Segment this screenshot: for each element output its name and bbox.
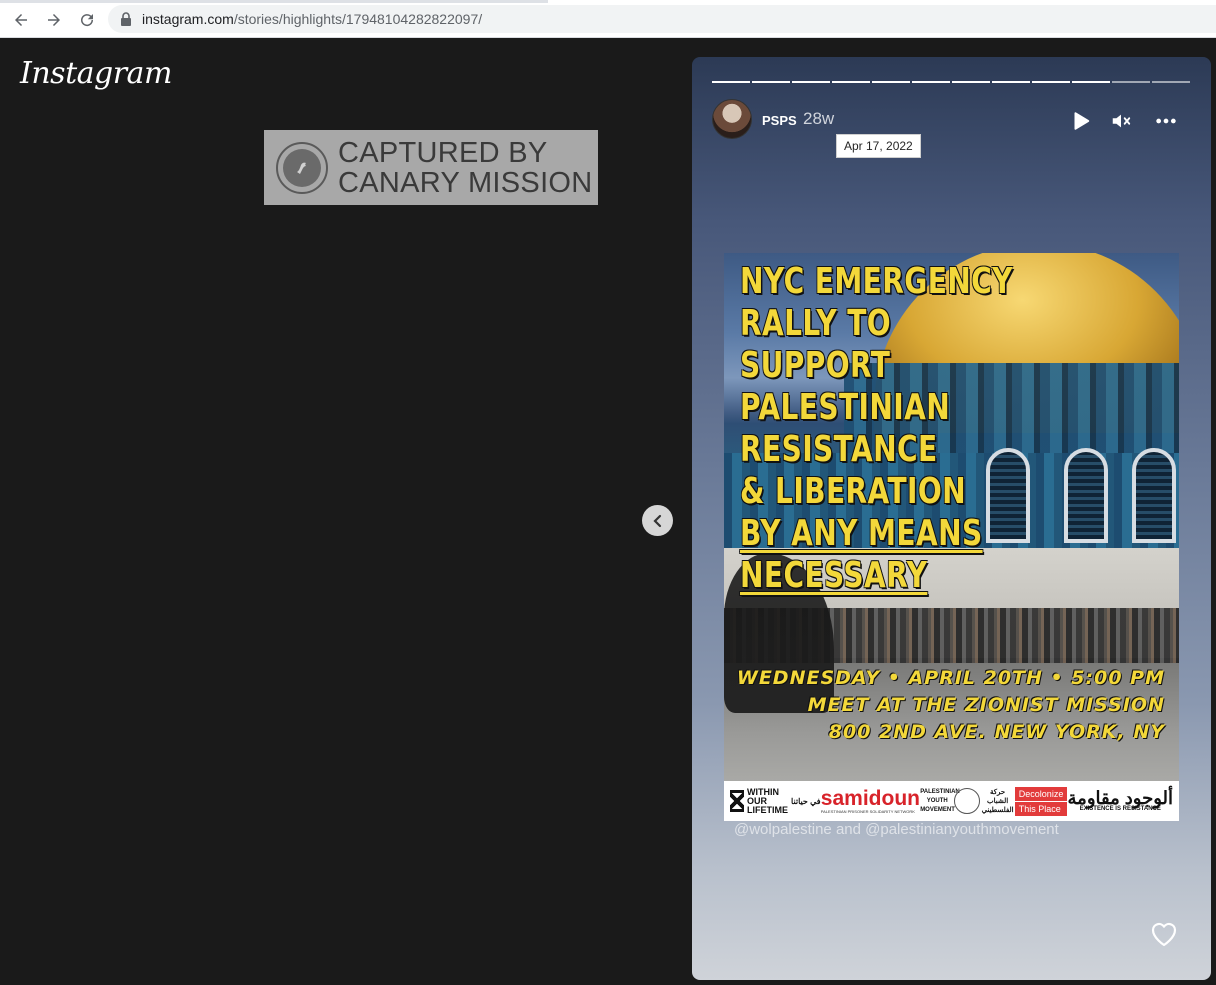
watermark-line2: CANARY MISSION [338, 166, 593, 199]
event-meeting-point: MEET AT THE ZIONIST MISSION [807, 694, 1165, 716]
canary-mission-watermark: CAPTURED BY CANARY MISSION [264, 130, 598, 205]
progress-segment [1112, 81, 1150, 83]
muted-speaker-icon[interactable] [1109, 109, 1133, 133]
progress-segment [912, 81, 950, 83]
progress-segment [1152, 81, 1190, 83]
progress-segment [832, 81, 870, 83]
date-tooltip: Apr 17, 2022 [836, 134, 921, 158]
event-address: 800 2ND AVE. NEW YORK, NY [828, 721, 1165, 743]
address-bar[interactable]: instagram.com/stories/highlights/1794810… [108, 5, 1216, 33]
progress-segment [792, 81, 830, 83]
more-options-icon[interactable] [1154, 109, 1178, 133]
forward-icon[interactable] [42, 8, 66, 32]
decolonize-this-place-logo: Decolonize This Place [1014, 786, 1068, 816]
poster-event-details: WEDNESDAY • APRIL 20TH • 5:00 PM MEET AT… [737, 665, 1165, 746]
within-our-lifetime-logo: WITHIN OUR LIFETIME في حياتنا [730, 787, 821, 815]
progress-segment [712, 81, 750, 83]
story-progress-bar [712, 81, 1190, 83]
event-date-time: WEDNESDAY • APRIL 20TH • 5:00 PM [736, 667, 1165, 689]
existence-is-resistance-logo: ألوجود مقاومة EXISTENCE IS RESISTANCE [1067, 787, 1173, 812]
instagram-page: Instagram CAPTURED BY CANARY MISSION PSP… [0, 38, 1216, 985]
progress-segment [1032, 81, 1070, 83]
url-path: /stories/highlights/17948104282822097/ [233, 11, 483, 27]
lock-icon [121, 12, 131, 26]
back-icon[interactable] [9, 8, 33, 32]
chevron-left-icon [652, 514, 661, 527]
headline-line: & LIBERATION [740, 471, 967, 512]
heart-icon[interactable] [1148, 918, 1180, 950]
headline-line: NECESSARY [740, 555, 928, 596]
story-viewer[interactable]: PSPS 28w NYC EMERGENCY RALLY TO SUPPORT … [692, 57, 1211, 980]
sponsor-logos: WITHIN OUR LIFETIME في حياتنا samidoun P… [724, 781, 1179, 821]
samidoun-logo: samidoun PALESTINIAN PRISONER SOLIDARITY… [820, 786, 920, 814]
url-host: instagram.com [142, 11, 234, 27]
progress-segment [872, 81, 910, 83]
progress-segment [992, 81, 1030, 83]
tab-strip [0, 0, 1216, 3]
headline-line: NYC EMERGENCY [740, 261, 1013, 302]
headline-line: BY ANY MEANS [740, 513, 983, 554]
avatar[interactable] [712, 99, 752, 139]
progress-segment [752, 81, 790, 83]
previous-story-button[interactable] [642, 505, 673, 536]
story-time-ago[interactable]: 28w [803, 109, 834, 129]
play-icon[interactable] [1068, 109, 1092, 133]
reload-icon[interactable] [75, 8, 99, 32]
headline-line: RALLY TO SUPPORT [740, 303, 892, 386]
progress-segment [1072, 81, 1110, 83]
story-poster-image: NYC EMERGENCY RALLY TO SUPPORT PALESTINI… [724, 253, 1179, 821]
headline-line: PALESTINIAN [740, 387, 951, 428]
story-username[interactable]: PSPS [762, 113, 797, 128]
pym-star-icon [954, 788, 981, 814]
pym-arabic-logo: حركة الشباب الفلسطيني [981, 788, 1014, 814]
hourglass-icon [730, 790, 744, 812]
canary-seal-icon [276, 141, 328, 194]
story-caption: @wolpalestine and @palestinianyouthmovem… [734, 821, 1059, 838]
story-header: PSPS 28w [712, 99, 1190, 141]
browser-toolbar: instagram.com/stories/highlights/1794810… [0, 0, 1216, 38]
instagram-logo[interactable]: Instagram [20, 56, 172, 91]
headline-line: RESISTANCE [740, 429, 938, 470]
pym-logo: PALESTINIAN YOUTH MOVEMENT [920, 788, 960, 813]
progress-segment [952, 81, 990, 83]
watermark-line1: CAPTURED BY [338, 136, 548, 169]
poster-headline: NYC EMERGENCY RALLY TO SUPPORT PALESTINI… [740, 261, 1021, 597]
